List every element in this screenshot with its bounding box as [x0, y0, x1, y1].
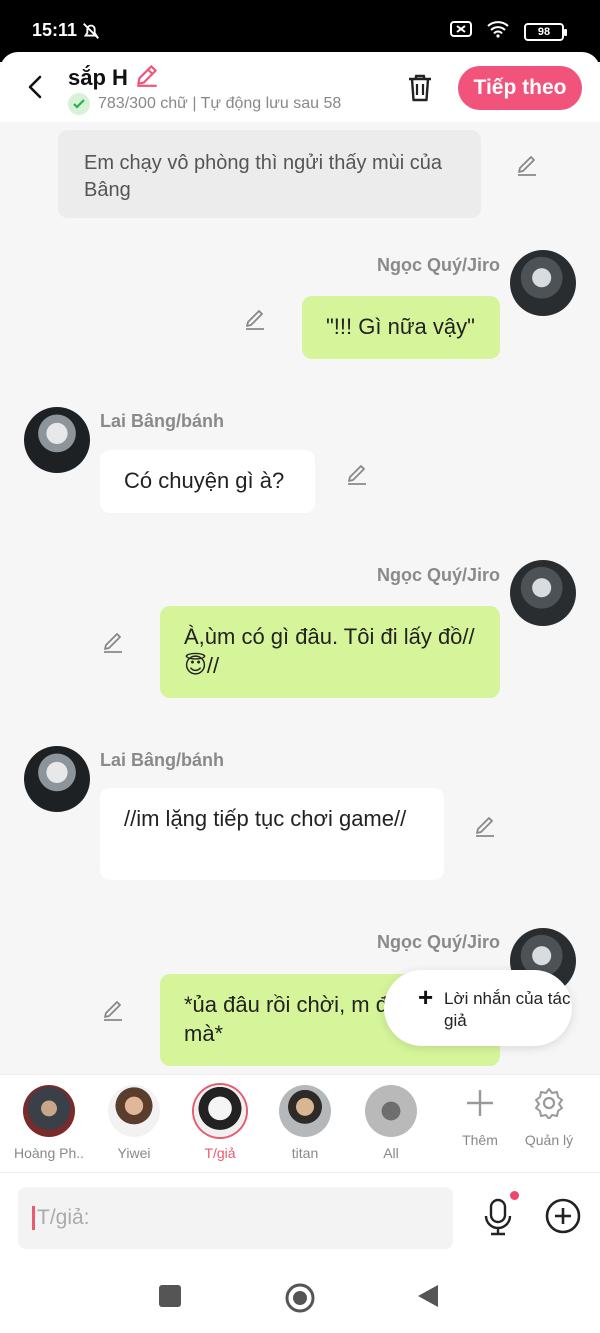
edit-pencil-icon[interactable]: [242, 306, 268, 332]
character-item-selected[interactable]: T/giả: [185, 1085, 255, 1161]
sender-name: Ngọc Quý/Jiro: [376, 932, 500, 952]
edit-pencil-icon[interactable]: [514, 152, 540, 178]
edit-pencil-icon[interactable]: [344, 461, 370, 487]
back-nav-button[interactable]: [414, 1282, 442, 1310]
status-icons: 98: [450, 20, 567, 43]
avatar[interactable]: [510, 250, 576, 316]
add-character-button[interactable]: Thêm: [448, 1087, 512, 1148]
back-button[interactable]: [18, 70, 52, 104]
mute-icon: [80, 20, 102, 47]
sender-name: Ngọc Quý/Jiro: [376, 565, 500, 585]
trash-icon: [409, 74, 431, 102]
message-bubble[interactable]: À,ùm có gì đâu. Tôi đi lấy đồ//😇//: [160, 606, 500, 698]
square-icon: [159, 1285, 181, 1307]
character-item[interactable]: titan: [270, 1085, 340, 1161]
recents-button[interactable]: [156, 1282, 184, 1310]
character-item[interactable]: All: [356, 1085, 426, 1161]
character-item[interactable]: Hoàng Ph...: [14, 1085, 84, 1161]
home-circle-icon: [285, 1283, 315, 1313]
home-button[interactable]: [284, 1282, 315, 1313]
character-label: T/giả: [204, 1145, 236, 1161]
character-bar: Hoàng Ph... Yiwei T/giả titan All Thêm Q…: [0, 1074, 600, 1172]
character-label: Yiwei: [117, 1145, 151, 1161]
avatar: [365, 1085, 417, 1137]
input-placeholder: T/giả:: [37, 1206, 90, 1229]
wifi-icon: [486, 20, 510, 43]
character-label: titan: [291, 1145, 319, 1161]
word-count-text: 783/300 chữ | Tự động lưu sau 58: [98, 95, 342, 112]
sender-name: Lai Bâng/bánh: [100, 411, 225, 431]
sim-icon: [450, 20, 472, 43]
author-note-label: Lời nhắn của tác giả: [444, 989, 571, 1030]
autosave-status: 783/300 chữ | Tự động lưu sau 58: [68, 93, 341, 115]
delete-button[interactable]: [402, 70, 438, 106]
manage-label: Quản lý: [524, 1132, 574, 1148]
microphone-button[interactable]: [480, 1197, 516, 1237]
check-icon: [68, 93, 90, 115]
character-label: All: [383, 1145, 399, 1161]
pencil-icon[interactable]: [134, 62, 160, 94]
avatar[interactable]: [24, 746, 90, 812]
battery-icon: 98: [524, 22, 567, 41]
avatar: [23, 1085, 75, 1137]
status-time: 15:11: [32, 20, 78, 40]
message-bubble[interactable]: Có chuyện gì à?: [100, 450, 315, 513]
chapter-title-text: sắp H: [68, 65, 128, 90]
microphone-icon: [484, 1198, 512, 1236]
character-item[interactable]: Yiwei: [99, 1085, 169, 1161]
add-character-label: Thêm: [462, 1132, 498, 1148]
plus-circle-icon: [545, 1198, 581, 1234]
triangle-back-icon: [418, 1285, 438, 1307]
sender-name: Ngọc Quý/Jiro: [376, 255, 500, 275]
text-cursor: [32, 1206, 35, 1230]
add-attachment-button[interactable]: [544, 1197, 582, 1235]
edit-pencil-icon[interactable]: [100, 629, 126, 655]
editor-header: sắp H 783/300 chữ | Tự động lưu sau 58 T…: [0, 52, 600, 122]
chevron-left-icon: [28, 75, 42, 99]
chat-area[interactable]: Em chạy vô phòng thì ngửi thấy mùi của B…: [0, 122, 600, 1074]
avatar[interactable]: [24, 407, 90, 473]
system-nav-bar: [0, 1260, 600, 1333]
message-bubble[interactable]: "!!! Gì nữa vậy": [302, 296, 500, 359]
edit-pencil-icon[interactable]: [472, 813, 498, 839]
edit-pencil-icon[interactable]: [100, 997, 126, 1023]
avatar: [194, 1085, 246, 1137]
message-bubble[interactable]: //im lặng tiếp tục chơi game//: [100, 788, 444, 880]
plus-icon: +: [418, 982, 434, 1012]
plus-icon: [467, 1090, 493, 1116]
avatar: [279, 1085, 331, 1137]
message-input[interactable]: T/giả:: [18, 1187, 453, 1249]
composer: T/giả:: [0, 1172, 600, 1260]
narration-bubble[interactable]: Em chạy vô phòng thì ngửi thấy mùi của B…: [58, 130, 481, 218]
character-label: Hoàng Ph...: [14, 1145, 84, 1161]
next-button[interactable]: Tiếp theo: [458, 66, 582, 110]
gear-icon: [535, 1088, 563, 1120]
manage-button[interactable]: Quản lý: [517, 1087, 581, 1148]
chapter-title[interactable]: sắp H: [68, 62, 160, 94]
author-note-button[interactable]: + Lời nhắn của tác giả: [384, 970, 572, 1046]
notification-dot: [510, 1191, 519, 1200]
avatar: [108, 1085, 160, 1137]
avatar[interactable]: [510, 560, 576, 626]
sender-name: Lai Bâng/bánh: [100, 750, 225, 770]
